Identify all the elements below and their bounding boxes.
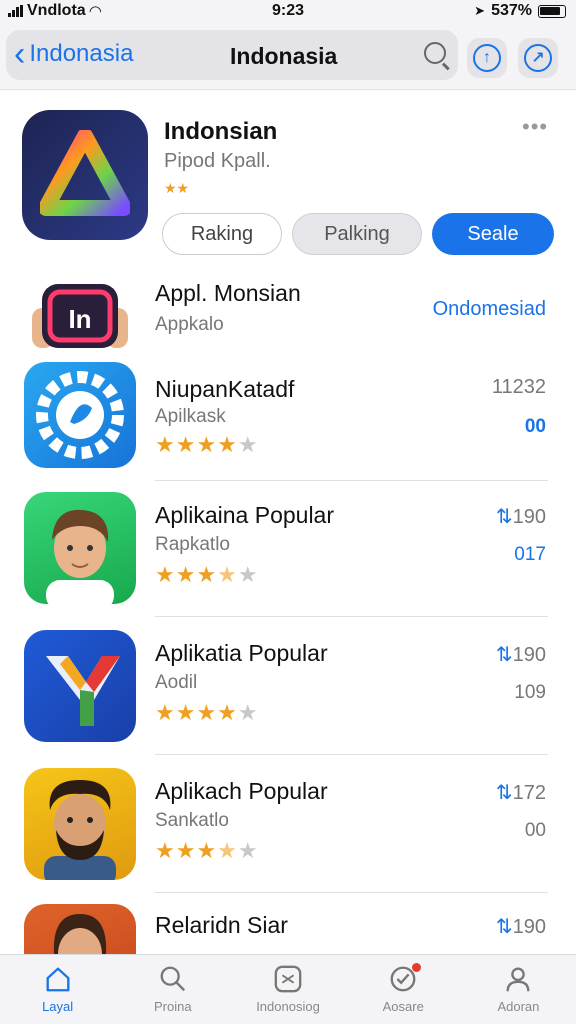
app-icon: In	[24, 278, 136, 356]
divider	[155, 754, 548, 755]
avatar-bearded-man-icon	[44, 780, 116, 880]
tab-adoran[interactable]: Adoran	[461, 955, 576, 1024]
apps-icon	[272, 963, 304, 995]
app-name: Relaridn Siar	[155, 912, 288, 938]
battery-percent: 537%	[491, 2, 532, 19]
back-label: Indonasia	[29, 40, 134, 67]
compass-icon: ↗	[524, 44, 552, 72]
featured-title: Indonsian	[164, 118, 278, 145]
tab-label: Layal	[42, 999, 74, 1014]
tab-proina[interactable]: Proina	[115, 955, 230, 1024]
status-right: ➤ 537%	[474, 2, 566, 20]
app-name: Aplikatia Popular	[155, 640, 328, 666]
star-rating: ★★★★★	[155, 838, 259, 863]
gear-chat-icon	[36, 371, 124, 459]
app-name: Appl. Monsian	[155, 280, 301, 306]
divider	[155, 480, 548, 481]
app-name: Aplikaina Popular	[155, 502, 335, 528]
triangle-logo-icon	[40, 130, 130, 216]
app-name: NiupanKatadf	[155, 376, 295, 402]
svg-text:In: In	[68, 304, 91, 334]
featured-rating: ★★	[164, 180, 190, 196]
tab-label: Aosare	[382, 999, 424, 1014]
location-icon: ➤	[474, 3, 486, 18]
app-icon	[24, 630, 136, 742]
search-icon[interactable]	[424, 42, 446, 64]
app-value: ⇅190	[496, 914, 546, 939]
notification-badge	[411, 963, 421, 972]
app-icon	[24, 904, 136, 954]
app-value-secondary: 00	[524, 416, 546, 437]
featured-subtitle: Pipod Kpall.	[164, 150, 271, 172]
app-name: Aplikach Popular	[155, 778, 328, 804]
app-category: Apilkask	[155, 406, 226, 427]
avatar-man-icon	[46, 509, 114, 604]
app-category: Sankatlo	[155, 810, 229, 831]
tab-label: Indonosiog	[256, 999, 320, 1014]
home-icon	[42, 963, 74, 995]
app-value-number: 190	[512, 506, 546, 528]
raking-button[interactable]: Raking	[162, 213, 282, 255]
app-value-number: 190	[512, 644, 546, 666]
palking-button[interactable]: Palking	[292, 213, 422, 255]
list-item[interactable]: Aplikach Popular Sankatlo ★★★★★ ⇅172 00	[0, 768, 576, 888]
app-category: Aodil	[155, 672, 198, 693]
download-icon: ⇅	[495, 506, 513, 528]
app-category: Rapkatlo	[155, 534, 230, 555]
tab-bar: Layal Proina Indonosiog Aosare Adoran	[0, 954, 576, 1024]
star-rating: ★★★★★	[155, 562, 259, 587]
search-icon	[157, 963, 189, 995]
app-value: ⇅190	[496, 504, 546, 529]
instagram-hand-icon: In	[32, 284, 128, 348]
app-icon	[24, 768, 136, 880]
list-item[interactable]: In Appl. Monsian Appkalo Ondomesiad	[0, 270, 576, 356]
nav-bar: ‹ Indonasia Indonasia ↑ ↗	[0, 24, 576, 90]
app-value: ⇅172	[496, 780, 546, 805]
divider	[155, 892, 548, 893]
app-value-secondary: 017	[514, 544, 546, 565]
app-value: ⇅190	[496, 642, 546, 667]
app-value-secondary: 00	[524, 820, 546, 841]
tab-label: Proina	[154, 999, 192, 1014]
download-icon: ⇅	[495, 782, 513, 804]
chevron-left-icon: ‹	[14, 35, 26, 73]
app-value-number: 190	[512, 916, 546, 938]
featured-app-icon[interactable]	[22, 110, 148, 240]
app-value: 11232	[491, 376, 546, 398]
app-icon	[24, 492, 136, 604]
app-category: Appkalo	[155, 314, 224, 335]
tab-aosare[interactable]: Aosare	[346, 955, 461, 1024]
app-value: Ondomesiad	[432, 298, 546, 320]
person-icon	[502, 963, 534, 995]
app-icon	[24, 362, 136, 468]
y-logo-icon	[46, 656, 120, 726]
list-item[interactable]: Aplikatia Popular Aodil ★★★★★ ⇅190 109	[0, 630, 576, 750]
tab-layal[interactable]: Layal	[0, 955, 115, 1024]
star-rating: ★★★★★	[155, 700, 259, 725]
avatar-woman-icon	[53, 914, 107, 954]
tab-indonosiog[interactable]: Indonosiog	[230, 955, 345, 1024]
list-item[interactable]: Relaridn Siar ⇅190	[0, 904, 576, 954]
status-bar: Vndlota ◠ 9:23 ➤ 537%	[0, 0, 576, 24]
divider	[155, 616, 548, 617]
share-icon: ↑	[473, 44, 501, 72]
app-value-number: 172	[512, 782, 546, 804]
list-item[interactable]: NiupanKatadf Apilkask ★★★★★ 11232 00	[0, 360, 576, 480]
back-button[interactable]: ‹ Indonasia	[14, 35, 134, 73]
app-value-secondary: 109	[514, 682, 546, 703]
share-button[interactable]: ↑	[467, 38, 507, 78]
list-item[interactable]: Aplikaina Popular Rapkatlo ★★★★★ ⇅190 01…	[0, 492, 576, 612]
download-icon: ⇅	[495, 644, 513, 666]
page-title: Indonasia	[230, 43, 338, 69]
seale-button[interactable]: Seale	[432, 213, 554, 255]
featured-app: Indonsian Pipod Kpall. ★★ ••• Raking Pal…	[0, 92, 576, 262]
compass-button[interactable]: ↗	[518, 38, 558, 78]
star-rating: ★★★★★	[155, 432, 259, 457]
tab-label: Adoran	[497, 999, 540, 1014]
more-icon[interactable]: •••	[522, 114, 548, 140]
download-icon: ⇅	[495, 916, 513, 938]
battery-icon	[538, 4, 566, 18]
